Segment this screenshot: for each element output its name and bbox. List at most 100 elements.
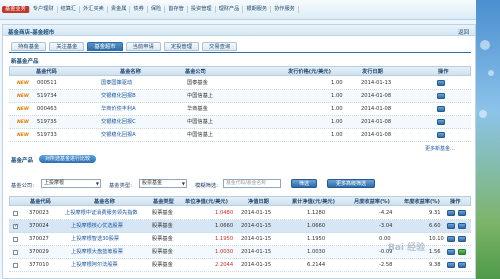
fund-name-link[interactable]: 上投摩根智选30股票 xyxy=(71,233,119,246)
fund-type: 股票基金 xyxy=(152,210,173,216)
nav-item-bank-futures[interactable]: 银期服务 xyxy=(243,6,272,13)
buy-button[interactable] xyxy=(437,119,445,125)
fund-name-link[interactable]: 交银稳化回报C xyxy=(101,116,136,129)
col-header-code: 基金代码 xyxy=(36,69,57,75)
decorative-side-banner xyxy=(476,0,500,279)
products-header: 基金代码 基金名称 基金类型 单位净值(元/美元) 净值日期 累计净值(元/美元… xyxy=(9,196,471,206)
tab-fixed-investment[interactable]: 定投管理 xyxy=(163,42,200,51)
fund-code: 519734 xyxy=(37,93,57,99)
buy-button[interactable] xyxy=(437,93,445,99)
nav-item-cooperation[interactable]: 协作服务 xyxy=(271,6,299,13)
fund-name-link[interactable]: 国泰国策驱动 xyxy=(101,77,132,90)
watch-button[interactable] xyxy=(458,210,466,216)
tab-current-requests[interactable]: 当前申请 xyxy=(125,42,161,51)
issue-price: 1.00 xyxy=(331,93,343,99)
fund-checkbox[interactable] xyxy=(13,211,18,216)
fund-checkbox[interactable] xyxy=(13,237,18,242)
col-header-name: 基金名称 xyxy=(120,69,141,75)
acc-nav: 1.0660 xyxy=(307,223,326,229)
month-return: -2.58 xyxy=(379,262,393,268)
new-product-row: NEW 519735 交银稳化回报C 中国信基上 1.00 2014-01-08 xyxy=(9,116,471,129)
buy-button[interactable] xyxy=(447,223,455,229)
fund-code: 000463 xyxy=(37,106,57,112)
nav-item-private-wealth[interactable]: 专户理财 xyxy=(30,6,58,13)
issue-date: 2014-01-08 xyxy=(361,132,392,138)
new-badge: NEW xyxy=(17,94,29,99)
type-select[interactable]: 股票基金 ▼ xyxy=(139,179,187,188)
issue-price: 1.00 xyxy=(331,106,343,112)
new-badge: NEW xyxy=(17,107,29,112)
nav-item-settlement[interactable]: 结算汇 xyxy=(58,6,81,13)
type-label: 基金类型: xyxy=(109,183,132,189)
nav-date: 2014-01-15 xyxy=(241,249,272,255)
year-return: 1.56 xyxy=(429,249,441,255)
fund-name-link[interactable]: 上投摩根阿尔法股票 xyxy=(71,259,118,272)
fund-code: 370024 xyxy=(29,223,49,229)
watch-button[interactable] xyxy=(458,262,466,268)
fund-name-link[interactable]: 上投摩根核心优选股票 xyxy=(71,220,123,233)
issue-date: 2014-01-13 xyxy=(361,80,392,86)
year-return: 6.60 xyxy=(429,223,441,229)
year-return: 9.38 xyxy=(429,262,441,268)
issue-price: 1.00 xyxy=(331,132,343,138)
fund-type: 股票基金 xyxy=(152,249,173,255)
nav-date: 2014-01-15 xyxy=(241,210,272,216)
fund-checkbox[interactable] xyxy=(13,250,18,255)
nav-item-insurance[interactable]: 保险 xyxy=(148,6,166,13)
nav-item-forex[interactable]: 外汇买卖 xyxy=(80,6,108,13)
fund-checkbox[interactable] xyxy=(13,223,18,229)
buy-button[interactable] xyxy=(447,236,455,242)
buy-button[interactable] xyxy=(447,249,455,255)
buy-button[interactable] xyxy=(447,262,455,268)
col-header-nav: 单位净值(元/美元) xyxy=(185,199,228,205)
nav-item-fund-business[interactable]: 基金业务 xyxy=(2,6,30,13)
fund-company: 国泰基金 xyxy=(187,80,208,86)
buy-button[interactable] xyxy=(437,132,445,138)
fund-company: 华商基金 xyxy=(187,106,208,112)
back-link[interactable]: 返回 xyxy=(458,28,469,36)
tab-holding-funds[interactable]: 持有基金 xyxy=(11,42,47,51)
fund-name-link[interactable]: 交银稳化回报A xyxy=(101,129,136,142)
buy-button[interactable] xyxy=(447,210,455,216)
products-title: 基金产品 xyxy=(11,158,34,164)
watch-button[interactable] xyxy=(458,223,466,229)
nav-item-precious-metals[interactable]: 贵金属 xyxy=(108,6,131,13)
col-header-action: 操作 xyxy=(450,199,461,205)
advanced-filter-button[interactable]: 更多高级筛选 xyxy=(327,179,375,188)
col-header-nav-date: 净值日期 xyxy=(248,199,269,205)
col-header-month-return: 月度收益率(%) xyxy=(354,199,390,205)
month-return: -3.04 xyxy=(379,223,393,229)
tab-watched-funds[interactable]: 关注基金 xyxy=(49,42,85,51)
issue-price: 1.00 xyxy=(331,119,343,125)
nav-item-investment[interactable]: 投资管理 xyxy=(188,6,216,13)
unit-nav: 1.1950 xyxy=(215,236,234,242)
nav-item-wealth-products[interactable]: 理财产品 xyxy=(216,6,244,13)
fuzzy-label: 模糊筛选: xyxy=(195,183,218,189)
watch-button[interactable] xyxy=(458,249,466,255)
fuzzy-search-input[interactable]: 基金代码/基金名称 xyxy=(223,179,281,188)
fund-name-link[interactable]: 上投摩根中证消费服务领先指数 xyxy=(65,207,138,220)
fund-checkbox[interactable] xyxy=(13,263,18,268)
fund-name-link[interactable]: 交银稳化回报B xyxy=(101,90,136,103)
nav-item-bonds[interactable]: 债券 xyxy=(130,6,148,13)
compare-funds-button[interactable]: 对所选基金进行比较 xyxy=(39,155,97,163)
watch-button[interactable] xyxy=(458,236,466,242)
company-select[interactable]: 上投摩根 ▼ xyxy=(41,179,101,188)
buy-button[interactable] xyxy=(437,80,445,86)
col-header-year-return: 年度收益率(%) xyxy=(404,199,440,205)
buy-button[interactable] xyxy=(437,106,445,112)
more-new-funds-link[interactable]: 更多新基金... xyxy=(425,145,455,152)
tab-fund-supermarket[interactable]: 基金超市 xyxy=(87,42,123,51)
col-header-acc-nav: 累计净值(元/美元) xyxy=(292,199,335,205)
fund-name-link[interactable]: 华商价债丰利A xyxy=(101,103,136,116)
fund-row: 377010 上投摩根阿尔法股票 股票基金 2.2044 2014-01-15 … xyxy=(9,259,471,272)
nav-item-deposit[interactable]: 首存管 xyxy=(165,6,188,13)
unit-nav: 1.0660 xyxy=(215,223,234,229)
nav-date: 2014-01-15 xyxy=(241,223,272,229)
new-product-row: NEW 519733 交银稳化回报A 中国信基上 1.00 2014-01-08 xyxy=(9,129,471,142)
tab-transaction-query[interactable]: 交易查询 xyxy=(202,42,238,51)
fund-name-link[interactable]: 上投摩根大盘蓝筹股票 xyxy=(71,246,123,259)
filter-button[interactable]: 筛选 xyxy=(291,179,317,188)
breadcrumb: 基金商店-基金超市 xyxy=(8,30,55,36)
acc-nav: 1.1950 xyxy=(307,236,326,242)
